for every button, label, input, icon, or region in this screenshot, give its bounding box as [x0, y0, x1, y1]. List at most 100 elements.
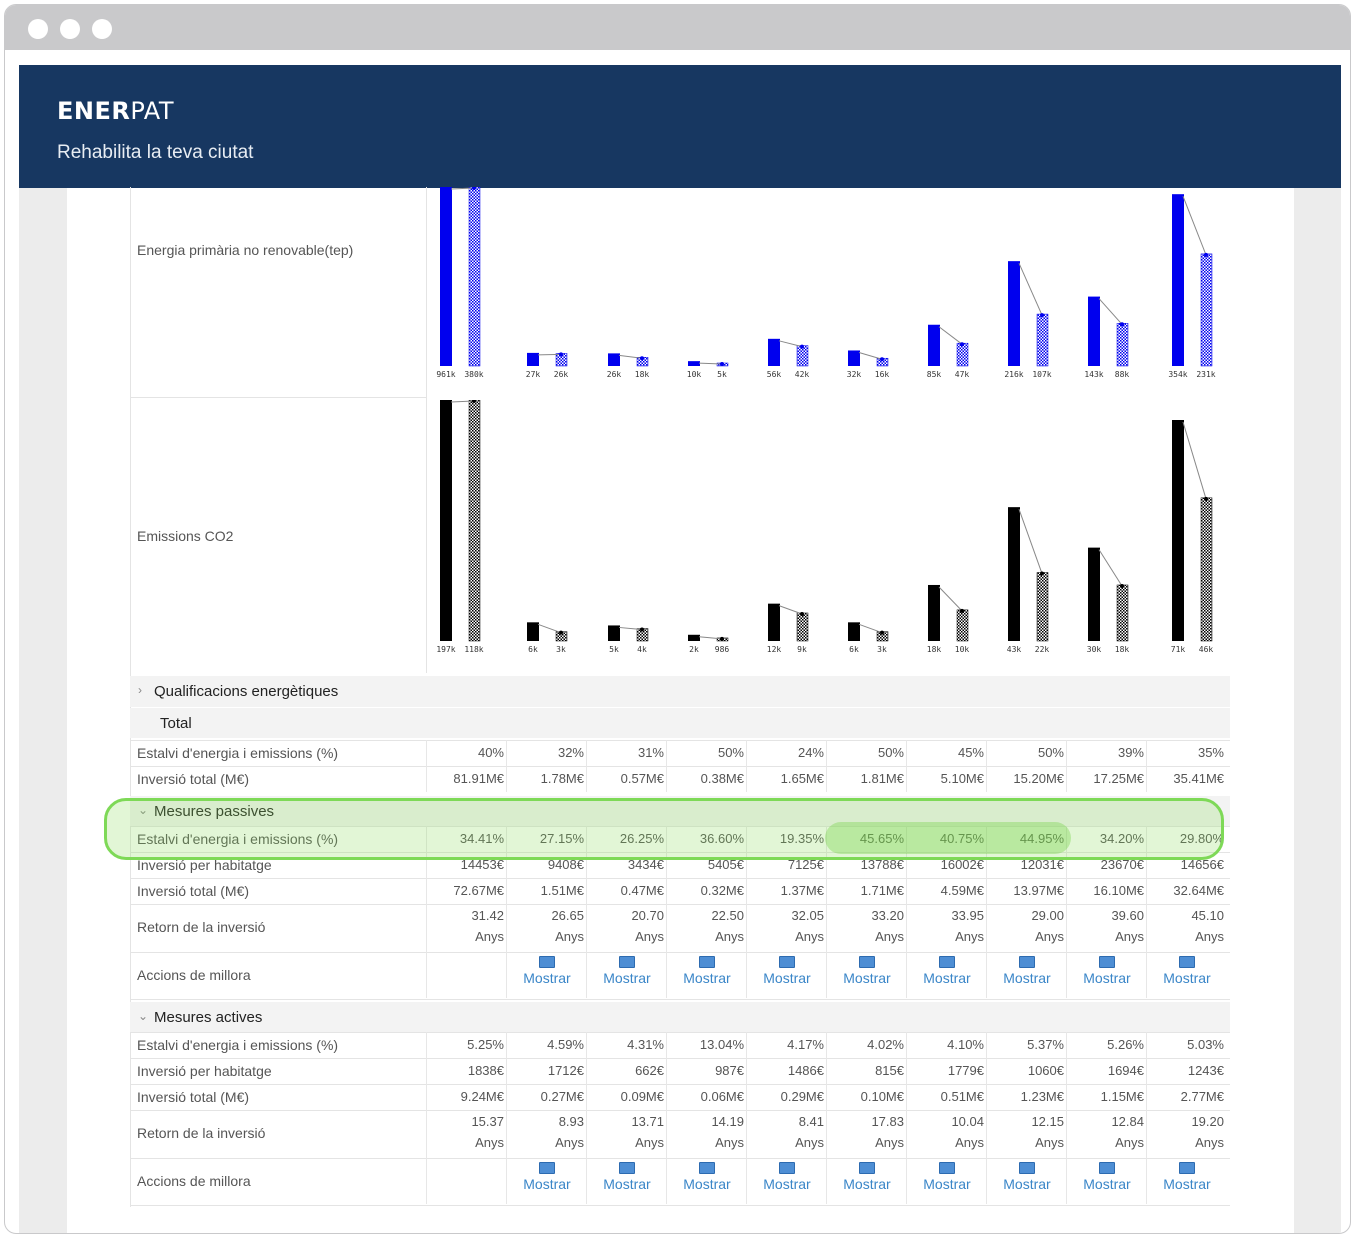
bar-label-before: 6k [528, 645, 538, 654]
bar-label-before: 85k [927, 370, 942, 379]
mostrar-link[interactable]: Mostrar [910, 956, 984, 986]
row-value: 35.41M€ [1173, 771, 1224, 786]
bar-label-after: 986 [715, 645, 730, 654]
bar-label-before: 26k [607, 370, 622, 379]
retorn-unit: Anys [555, 1135, 584, 1150]
retorn-value: 13.71 [631, 1114, 664, 1129]
window-maximize-dot[interactable] [92, 19, 112, 39]
retorn-value: 22.50 [711, 908, 744, 923]
bar-label-after: 26k [554, 370, 569, 379]
bar-label-after: 42k [795, 370, 810, 379]
table-icon [619, 1162, 635, 1174]
row-value: 815€ [875, 1063, 904, 1078]
bar-label-after: 10k [955, 645, 970, 654]
mostrar-link[interactable]: Mostrar [1150, 956, 1224, 986]
column-divider [746, 1032, 747, 1204]
mostrar-label: Mostrar [1003, 970, 1051, 986]
row-value: 1.81M€ [860, 771, 904, 786]
bar-after [956, 609, 969, 642]
mostrar-link[interactable]: Mostrar [990, 956, 1064, 986]
row-value: 9.24M€ [460, 1089, 504, 1104]
row-value: 0.06M€ [700, 1089, 744, 1104]
column-divider [826, 1032, 827, 1204]
trend-line [618, 354, 643, 359]
bar-label-after: 4k [637, 645, 647, 654]
retorn-value: 33.20 [871, 908, 904, 923]
bar-before [527, 622, 539, 641]
row-value: 4.10% [947, 1037, 984, 1052]
mostrar-link[interactable]: Mostrar [1070, 956, 1144, 986]
trend-line [778, 340, 803, 348]
mostrar-link[interactable]: Mostrar [510, 956, 584, 986]
mostrar-link[interactable]: Mostrar [1070, 1162, 1144, 1192]
energy-chart: 961k 380k 27k 26k 26k 18k 10k 5k 56k 42k 32k 16k 85k… [436, 187, 1216, 379]
retorn-value: 17.83 [871, 1114, 904, 1129]
bar-after [796, 345, 809, 367]
actives-label: Mesures actives [154, 1009, 263, 1026]
bar-after [796, 612, 809, 642]
trend-point [1120, 583, 1124, 588]
trend-point [720, 362, 724, 366]
bar-before [1008, 261, 1020, 366]
mostrar-label: Mostrar [1083, 970, 1131, 986]
retorn-unit: Anys [475, 929, 504, 944]
bar-label-after: 22k [1035, 645, 1050, 654]
mostrar-link[interactable]: Mostrar [510, 1162, 584, 1192]
table-icon [859, 1162, 875, 1174]
total-label: Total [160, 715, 192, 732]
bar-label-after: 9k [797, 645, 807, 654]
table-icon [779, 956, 795, 968]
trend-line [1018, 262, 1043, 316]
mostrar-link[interactable]: Mostrar [830, 956, 904, 986]
bar-before [1172, 420, 1184, 641]
mostrar-label: Mostrar [923, 1176, 971, 1192]
column-divider [986, 1032, 987, 1204]
bar-label-before: 56k [767, 370, 782, 379]
column-divider [586, 740, 587, 792]
row-value: 13.04% [699, 1037, 744, 1052]
mostrar-link[interactable]: Mostrar [750, 1162, 824, 1192]
total-header: Total [130, 708, 1230, 738]
mostrar-link[interactable]: Mostrar [830, 1162, 904, 1192]
trend-line [858, 623, 883, 634]
qualificacions-header[interactable]: › Qualificacions energètiques [130, 676, 1230, 707]
window-titlebar [5, 5, 1350, 50]
retorn-unit: Anys [1035, 1135, 1064, 1150]
column-divider [666, 1032, 667, 1204]
window-minimize-dot[interactable] [60, 19, 80, 39]
brand-logo[interactable]: ENERPAT [57, 97, 174, 125]
trend-point [640, 627, 644, 632]
retorn-value: 32.05 [791, 908, 824, 923]
mostrar-link[interactable]: Mostrar [670, 1162, 744, 1192]
mostrar-link[interactable]: Mostrar [1150, 1162, 1224, 1192]
row-value: 1838€ [467, 1063, 504, 1078]
mostrar-link[interactable]: Mostrar [910, 1162, 984, 1192]
bar-label-after: 380k [464, 370, 483, 379]
actives-inversio-total-row: Inversió total (M€) 9.24M€ 0.27M€ 0.09M€ 0.0… [130, 1084, 1230, 1111]
bar-before [608, 625, 620, 641]
actives-header[interactable]: ⌄ Mesures actives [130, 1002, 1230, 1033]
mostrar-link[interactable]: Mostrar [750, 956, 824, 986]
mostrar-link[interactable]: Mostrar [670, 956, 744, 986]
co2-chart: 197k 118k 6k 3k 5k 4k 2k 986 12k 9k 6k 3k 18k 10k 43k 2… [436, 400, 1213, 654]
mostrar-link[interactable]: Mostrar [590, 956, 664, 986]
retorn-value: 20.70 [631, 908, 664, 923]
mostrar-label: Mostrar [683, 1176, 731, 1192]
retorn-unit: Anys [1195, 929, 1224, 944]
bar-label-after: 3k [877, 645, 887, 654]
bar-label-before: 354k [1168, 370, 1187, 379]
row-value: 40% [477, 745, 504, 760]
bar-label-before: 6k [849, 645, 859, 654]
row-value: 5.25% [467, 1037, 504, 1052]
retorn-unit: Anys [1035, 929, 1064, 944]
mostrar-link[interactable]: Mostrar [990, 1162, 1064, 1192]
table-icon [1099, 956, 1115, 968]
row-value: 0.51M€ [940, 1089, 984, 1104]
window-close-dot[interactable] [28, 19, 48, 39]
mostrar-link[interactable]: Mostrar [590, 1162, 664, 1192]
retorn-unit: Anys [875, 929, 904, 944]
row-label: Retorn de la inversió [137, 919, 266, 935]
row-value: 0.10M€ [860, 1089, 904, 1104]
column-divider [426, 1032, 427, 1204]
row-value: 81.91M€ [453, 771, 504, 786]
